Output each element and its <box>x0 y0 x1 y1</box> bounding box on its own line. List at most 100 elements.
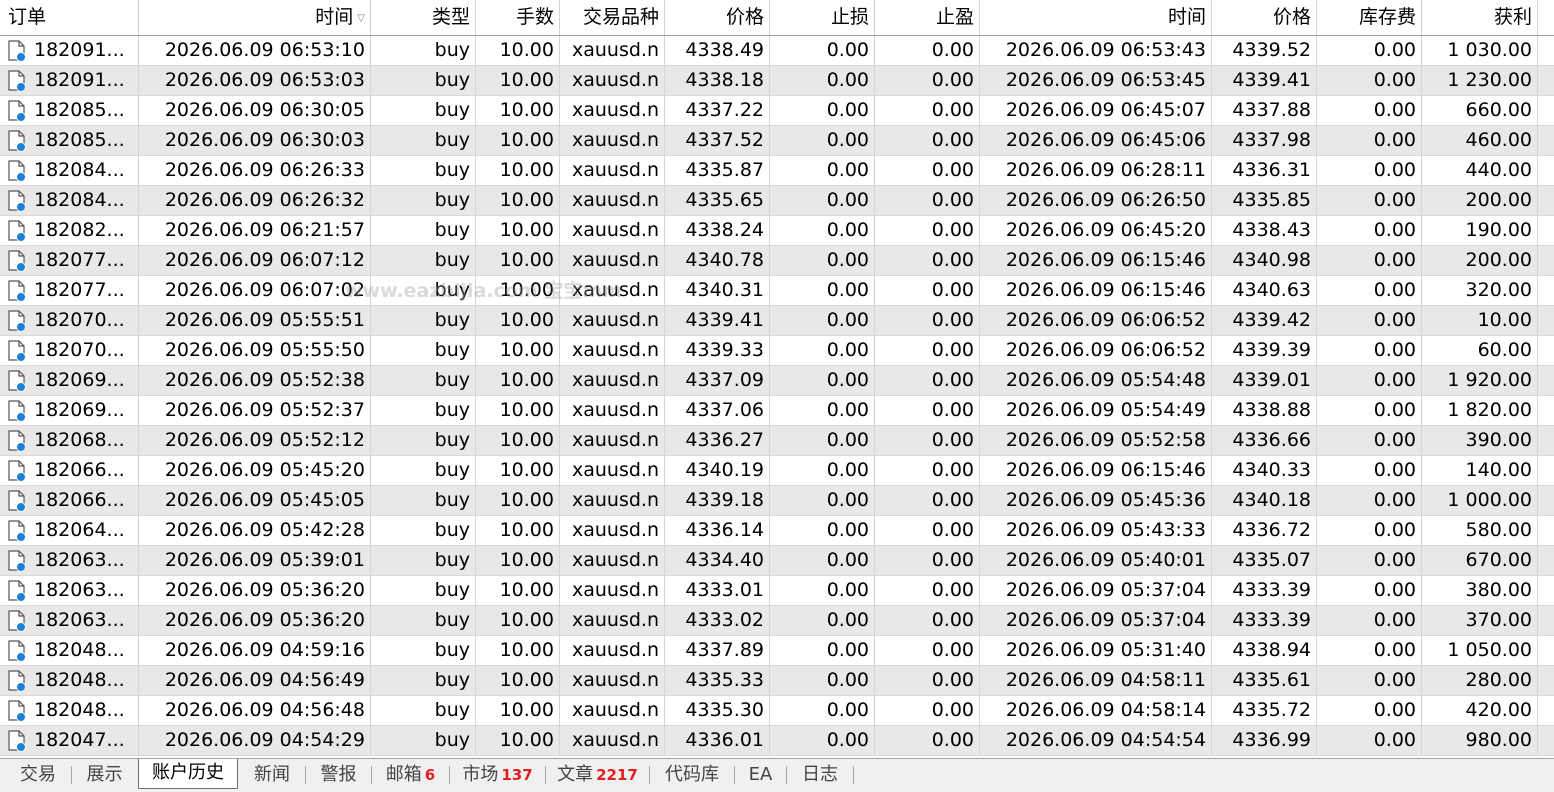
cell-type: buy <box>371 666 476 695</box>
cell-close-time: 2026.06.09 04:58:14 <box>980 696 1212 725</box>
column-header-take-profit[interactable]: 止盈 <box>875 0 980 35</box>
tab-mailbox[interactable]: 邮箱 6 <box>372 761 449 789</box>
table-row[interactable]: 182066... 2026.06.09 05:45:05 buy 10.00 xauu… <box>0 486 1554 516</box>
table-row[interactable]: 182063... 2026.06.09 05:36:20 buy 10.00 xauu… <box>0 576 1554 606</box>
cell-volume: 10.00 <box>476 486 560 515</box>
table-row[interactable]: 182070... 2026.06.09 05:55:50 buy 10.00 xauu… <box>0 336 1554 366</box>
table-row[interactable]: 182091... 2026.06.09 06:53:03 buy 10.00 xauu… <box>0 66 1554 96</box>
column-header-label: 时间 <box>1167 6 1206 28</box>
cell-profit: 190.00 <box>1422 216 1538 245</box>
column-header-profit[interactable]: 获利 <box>1422 0 1538 35</box>
cell-open-time: 2026.06.09 06:07:02 <box>139 276 371 305</box>
tab-label: 市场 <box>462 764 499 785</box>
cell-symbol: xauusd.n <box>560 186 665 215</box>
column-header-close-time[interactable]: 时间 <box>980 0 1212 35</box>
table-row[interactable]: 182048... 2026.06.09 04:56:48 buy 10.00 xauu… <box>0 696 1554 726</box>
cell-take-profit: 0.00 <box>875 426 980 455</box>
cell-symbol: xauusd.n <box>560 216 665 245</box>
cell-open-time: 2026.06.09 05:52:37 <box>139 396 371 425</box>
order-id: 182069... <box>34 369 125 391</box>
column-header-swap[interactable]: 库存费 <box>1317 0 1422 35</box>
tab-journal[interactable]: 日志 <box>787 761 853 789</box>
cell-swap: 0.00 <box>1317 276 1422 305</box>
cell-type: buy <box>371 606 476 635</box>
history-table-body[interactable]: 182091... 2026.06.09 06:53:10 buy 10.00 xauu… <box>0 36 1554 756</box>
cell-close-time: 2026.06.09 06:28:11 <box>980 156 1212 185</box>
order-document-icon <box>7 40 27 62</box>
cell-open-price: 4333.02 <box>665 606 770 635</box>
cell-stop-loss: 0.00 <box>770 66 875 95</box>
tab-experts[interactable]: EA <box>735 761 786 789</box>
cell-profit: 1 920.00 <box>1422 366 1538 395</box>
tab-alerts[interactable]: 警报 <box>306 761 371 789</box>
cell-profit: 280.00 <box>1422 666 1538 695</box>
cell-volume: 10.00 <box>476 576 560 605</box>
order-document-icon <box>7 550 27 572</box>
cell-close-price: 4336.66 <box>1212 426 1317 455</box>
table-row[interactable]: 182047... 2026.06.09 04:54:29 buy 10.00 xauu… <box>0 726 1554 756</box>
cell-swap: 0.00 <box>1317 186 1422 215</box>
table-row[interactable]: 182068... 2026.06.09 05:52:12 buy 10.00 xauu… <box>0 426 1554 456</box>
table-row[interactable]: 182085... 2026.06.09 06:30:05 buy 10.00 xauu… <box>0 96 1554 126</box>
table-row[interactable]: 182082... 2026.06.09 06:21:57 buy 10.00 xauu… <box>0 216 1554 246</box>
column-header-order[interactable]: 订单 <box>0 0 139 35</box>
order-document-icon <box>7 610 27 632</box>
order-id: 182063... <box>34 549 125 571</box>
cell-open-time: 2026.06.09 05:52:12 <box>139 426 371 455</box>
cell-order: 182066... <box>0 486 139 515</box>
cell-stop-loss: 0.00 <box>770 696 875 725</box>
cell-close-time: 2026.06.09 06:06:52 <box>980 306 1212 335</box>
column-header-open-time[interactable]: 时间 ▽ <box>139 0 371 35</box>
column-header-label: 库存费 <box>1358 6 1416 28</box>
cell-open-price: 4335.33 <box>665 666 770 695</box>
column-header-type[interactable]: 类型 <box>371 0 476 35</box>
column-header-symbol[interactable]: 交易品种 <box>560 0 665 35</box>
tab-articles[interactable]: 文章 2217 <box>546 761 649 789</box>
table-row[interactable]: 182069... 2026.06.09 05:52:38 buy 10.00 xauu… <box>0 366 1554 396</box>
cell-take-profit: 0.00 <box>875 186 980 215</box>
table-row[interactable]: 182077... 2026.06.09 06:07:12 buy 10.00 xauu… <box>0 246 1554 276</box>
order-document-icon <box>7 490 27 512</box>
column-header-volume[interactable]: 手数 <box>476 0 560 35</box>
cell-open-price: 4337.89 <box>665 636 770 665</box>
tab-code-base[interactable]: 代码库 <box>650 761 734 789</box>
tab-account-history[interactable]: 账户历史 <box>138 759 238 789</box>
table-row[interactable]: 182084... 2026.06.09 06:26:32 buy 10.00 xauu… <box>0 186 1554 216</box>
cell-symbol: xauusd.n <box>560 366 665 395</box>
cell-swap: 0.00 <box>1317 96 1422 125</box>
column-header-close-price[interactable]: 价格 <box>1212 0 1317 35</box>
cell-swap: 0.00 <box>1317 576 1422 605</box>
table-row[interactable]: 182066... 2026.06.09 05:45:20 buy 10.00 xauu… <box>0 456 1554 486</box>
tab-exposure[interactable]: 展示 <box>72 761 137 789</box>
table-row[interactable]: 182063... 2026.06.09 05:36:20 buy 10.00 xauu… <box>0 606 1554 636</box>
table-row[interactable]: 182070... 2026.06.09 05:55:51 buy 10.00 xauu… <box>0 306 1554 336</box>
table-row[interactable]: 182063... 2026.06.09 05:39:01 buy 10.00 xauu… <box>0 546 1554 576</box>
tab-market[interactable]: 市场 137 <box>450 761 545 789</box>
column-header-open-price[interactable]: 价格 <box>665 0 770 35</box>
cell-open-time: 2026.06.09 06:30:05 <box>139 96 371 125</box>
cell-volume: 10.00 <box>476 276 560 305</box>
table-row[interactable]: 182064... 2026.06.09 05:42:28 buy 10.00 xauu… <box>0 516 1554 546</box>
cell-open-time: 2026.06.09 04:56:49 <box>139 666 371 695</box>
tab-trade[interactable]: 交易 <box>5 761 71 789</box>
table-row[interactable]: 182091... 2026.06.09 06:53:10 buy 10.00 xauu… <box>0 36 1554 66</box>
table-row[interactable]: 182084... 2026.06.09 06:26:33 buy 10.00 xauu… <box>0 156 1554 186</box>
tab-label: 邮箱 <box>385 764 422 785</box>
tab-separator <box>853 766 854 784</box>
cell-swap: 0.00 <box>1317 696 1422 725</box>
table-row[interactable]: 182048... 2026.06.09 04:56:49 buy 10.00 xauu… <box>0 666 1554 696</box>
cell-take-profit: 0.00 <box>875 156 980 185</box>
cell-take-profit: 0.00 <box>875 396 980 425</box>
table-row[interactable]: 182077... 2026.06.09 06:07:02 buy 10.00 xauu… <box>0 276 1554 306</box>
cell-volume: 10.00 <box>476 66 560 95</box>
table-row[interactable]: 182048... 2026.06.09 04:59:16 buy 10.00 xauu… <box>0 636 1554 666</box>
column-header-stop-loss[interactable]: 止损 <box>770 0 875 35</box>
tab-news[interactable]: 新闻 <box>239 761 305 789</box>
table-row[interactable]: 182069... 2026.06.09 05:52:37 buy 10.00 xauu… <box>0 396 1554 426</box>
cell-close-price: 4333.39 <box>1212 576 1317 605</box>
order-id: 182077... <box>34 249 125 271</box>
table-row[interactable]: 182085... 2026.06.09 06:30:03 buy 10.00 xauu… <box>0 126 1554 156</box>
cell-symbol: xauusd.n <box>560 516 665 545</box>
cell-symbol: xauusd.n <box>560 66 665 95</box>
cell-order: 182064... <box>0 516 139 545</box>
